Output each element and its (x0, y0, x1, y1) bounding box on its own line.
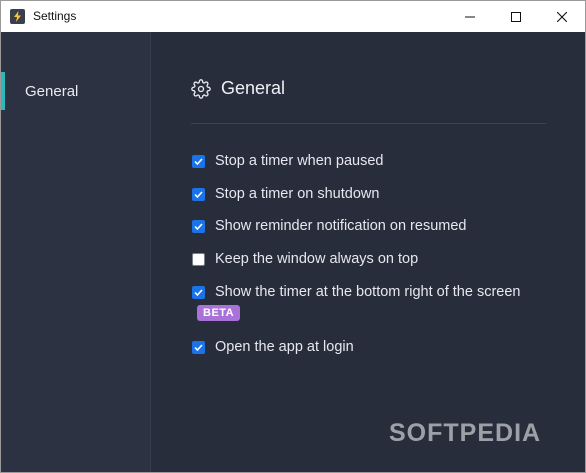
page-title: General (221, 78, 286, 98)
check-icon (194, 288, 203, 296)
option-timer-bottom-right[interactable]: Show the timer at the bottom right of th… (192, 282, 520, 302)
close-button[interactable] (539, 1, 585, 32)
maximize-icon (511, 11, 521, 22)
option-stop-timer-paused[interactable]: Stop a timer when paused (192, 151, 383, 171)
divider (191, 123, 546, 124)
check-icon (194, 157, 203, 165)
minimize-icon (465, 16, 475, 17)
option-label: Open the app at login (215, 339, 354, 355)
settings-panel: General Stop a timer when paused Stop a … (152, 32, 585, 472)
option-label: Show the timer at the bottom right of th… (215, 284, 521, 300)
option-stop-timer-shutdown[interactable]: Stop a timer on shutdown (192, 184, 379, 204)
beta-badge: BETA (197, 305, 241, 321)
settings-window: Settings General General Stop a timer wh… (0, 0, 586, 473)
minimize-button[interactable] (447, 1, 493, 32)
check-icon (194, 190, 203, 198)
section-heading: General (191, 78, 285, 99)
option-reminder-notification[interactable]: Show reminder notification on resumed (192, 216, 466, 236)
checkbox-unchecked[interactable] (192, 252, 205, 266)
checkbox-checked[interactable] (192, 340, 205, 354)
option-label: Stop a timer on shutdown (215, 186, 380, 202)
sidebar-item-label: General (25, 83, 79, 100)
option-label: Keep the window always on top (215, 251, 419, 267)
option-label: Stop a timer when paused (215, 153, 384, 169)
checkbox-checked[interactable] (192, 154, 205, 168)
title-bar[interactable]: Settings (1, 1, 585, 32)
option-label: Show reminder notification on resumed (215, 218, 467, 234)
close-icon (557, 11, 567, 22)
checkbox-checked[interactable] (192, 187, 205, 201)
option-always-on-top[interactable]: Keep the window always on top (192, 249, 418, 269)
softpedia-watermark: SOFTPEDIA (389, 419, 542, 447)
maximize-button[interactable] (493, 1, 539, 32)
check-icon (194, 343, 203, 351)
check-icon (194, 222, 203, 230)
gear-icon (191, 78, 211, 99)
checkbox-checked[interactable] (192, 219, 205, 233)
app-lightning-icon (10, 9, 25, 24)
sidebar: General (1, 32, 151, 472)
option-open-at-login[interactable]: Open the app at login (192, 337, 354, 357)
sidebar-item-general[interactable]: General (1, 72, 151, 110)
checkbox-checked[interactable] (192, 285, 205, 299)
active-indicator (1, 72, 5, 110)
window-title: Settings (33, 9, 77, 23)
